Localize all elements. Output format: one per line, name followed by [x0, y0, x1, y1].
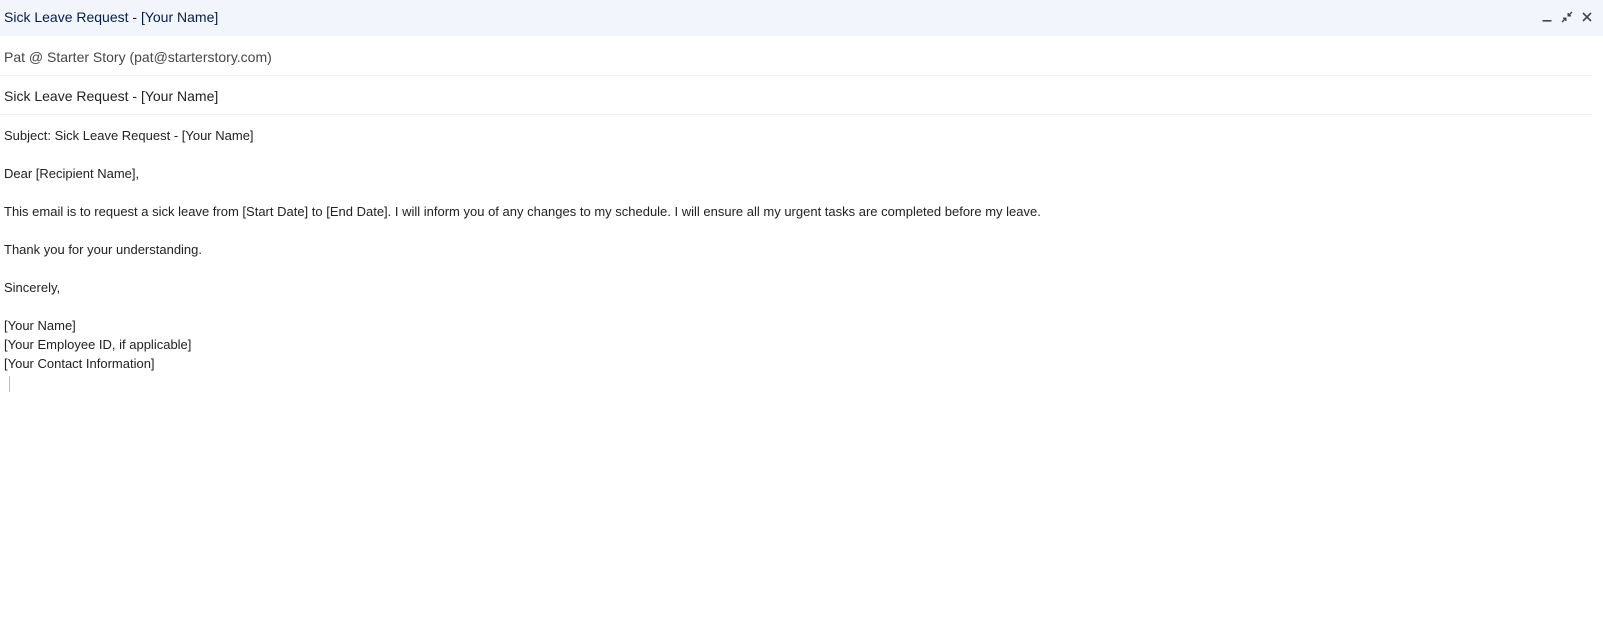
signature-contact: [Your Contact Information]: [4, 356, 155, 371]
body-paragraph: This email is to request a sick leave fr…: [4, 204, 1041, 219]
subject-input[interactable]: [4, 86, 1584, 106]
body-subject-line: Subject: Sick Leave Request - [Your Name…: [4, 128, 254, 143]
close-icon[interactable]: [1579, 8, 1595, 26]
body-thanks: Thank you for your understanding.: [4, 242, 203, 257]
exit-fullscreen-icon[interactable]: [1559, 8, 1575, 26]
signature-name: [Your Name]: [4, 318, 76, 333]
subject-field[interactable]: [0, 76, 1592, 115]
window-controls: [1539, 8, 1595, 26]
text-cursor: [9, 376, 10, 392]
message-body[interactable]: Subject: Sick Leave Request - [Your Name…: [4, 126, 1584, 373]
compose-window: Sick Leave Request - [Your Name] Pat @ S…: [0, 0, 1603, 632]
from-field[interactable]: Pat @ Starter Story (pat@starterstory.co…: [0, 37, 1592, 76]
body-greeting: Dear [Recipient Name],: [4, 166, 140, 181]
signature-employee-id: [Your Employee ID, if applicable]: [4, 337, 192, 352]
minimize-icon[interactable]: [1539, 8, 1555, 26]
from-value: Pat @ Starter Story (pat@starterstory.co…: [4, 49, 272, 65]
body-closing: Sincerely,: [4, 280, 61, 295]
compose-title-bar[interactable]: Sick Leave Request - [Your Name]: [0, 0, 1603, 36]
compose-title: Sick Leave Request - [Your Name]: [4, 9, 219, 25]
